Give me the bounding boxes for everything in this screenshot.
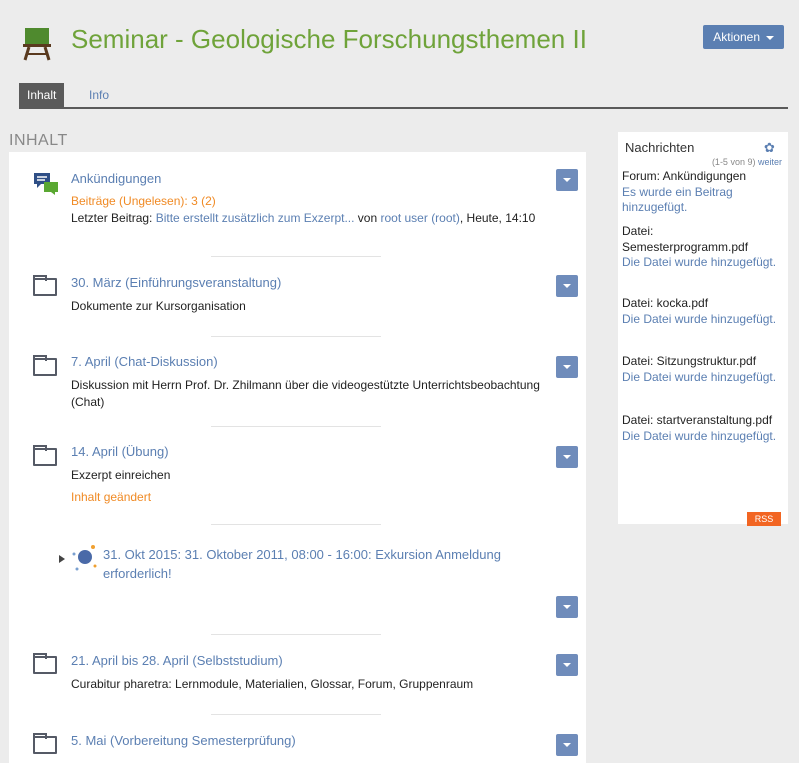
list-item-forum: Ankündigungen Beiträge (Ungelesen): 3 (2… xyxy=(9,152,586,252)
news-entry[interactable]: Datei: kocka.pdf Die Datei wurde hinzuge… xyxy=(622,296,782,327)
news-heading: Datei: kocka.pdf xyxy=(622,296,709,310)
last-post-time: , Heute, 14:10 xyxy=(459,211,536,225)
item-menu-button[interactable] xyxy=(556,446,578,468)
forum-icon xyxy=(34,173,58,195)
item-description: Diskussion mit Herrn Prof. Dr. Zhilmann … xyxy=(71,378,540,409)
folder-icon xyxy=(33,275,57,296)
news-entry[interactable]: Datei: startveranstaltung.pdf Die Datei … xyxy=(622,413,782,444)
item-title[interactable]: 21. April bis 28. April (Selbststudium) xyxy=(71,653,283,668)
expand-arrow-icon[interactable] xyxy=(59,555,65,563)
item-menu-button[interactable] xyxy=(556,169,578,191)
item-menu-button[interactable] xyxy=(556,596,578,618)
chevron-down-icon xyxy=(766,35,774,40)
page: Seminar - Geologische Forschungsthemen I… xyxy=(9,8,788,763)
item-title[interactable]: 7. April (Chat-Diskussion) xyxy=(71,354,218,369)
item-title[interactable]: 31. Okt 2015: 31. Oktober 2011, 08:00 - … xyxy=(103,545,543,583)
last-post-author[interactable]: root user (root) xyxy=(381,211,460,225)
news-sidebar: Nachrichten ✿ (1-5 von 9) weiter Forum: … xyxy=(618,132,788,526)
list-item-folder: 21. April bis 28. April (Selbststudium) … xyxy=(9,634,586,714)
news-text[interactable]: Die Datei wurde hinzugefügt. xyxy=(622,370,782,386)
item-title[interactable]: 5. Mai (Vorbereitung Semesterprüfung) xyxy=(71,733,296,748)
list-item-folder: 30. März (Einführungsveranstaltung) Doku… xyxy=(9,256,586,336)
list-item-event: 31. Okt 2015: 31. Oktober 2011, 08:00 - … xyxy=(9,524,586,634)
folder-icon xyxy=(33,355,57,376)
folder-icon xyxy=(33,445,57,466)
news-count-range: (1-5 von 9) xyxy=(711,157,756,167)
item-menu-button[interactable] xyxy=(556,275,578,297)
section-heading: INHALT xyxy=(9,132,68,149)
news-heading: Datei: startveranstaltung.pdf xyxy=(622,413,773,427)
item-title[interactable]: 14. April (Übung) xyxy=(71,444,169,459)
item-description: Curabitur pharetra: Lernmodule, Material… xyxy=(71,677,474,691)
last-post: Letzter Beitrag: Bitte erstellt zusätzli… xyxy=(71,210,581,227)
more-link[interactable]: weiter xyxy=(758,157,782,167)
news-heading: Datei: Sitzungstruktur.pdf xyxy=(622,354,757,368)
news-entry[interactable]: Datei: Semesterprogramm.pdf Die Datei wu… xyxy=(622,224,782,271)
last-post-by: von xyxy=(357,211,378,225)
news-heading: Datei: Semesterprogramm.pdf xyxy=(622,224,749,254)
actions-button[interactable]: Aktionen xyxy=(703,25,784,49)
page-title: Seminar - Geologische Forschungsthemen I… xyxy=(71,24,587,54)
item-description: Dokumente zur Kursorganisation xyxy=(71,299,246,313)
course-icon xyxy=(23,28,51,61)
item-description: Exzerpt einreichen xyxy=(71,468,171,482)
news-text[interactable]: Die Datei wurde hinzugefügt. xyxy=(622,255,782,271)
sidebar-title: Nachrichten xyxy=(625,140,695,155)
list-item-folder: 7. April (Chat-Diskussion) Diskussion mi… xyxy=(9,336,586,426)
gear-icon[interactable]: ✿ xyxy=(764,140,775,156)
content-list: Ankündigungen Beiträge (Ungelesen): 3 (2… xyxy=(9,152,586,763)
header: Seminar - Geologische Forschungsthemen I… xyxy=(9,8,788,78)
actions-label: Aktionen xyxy=(713,30,760,44)
tab-inhalt[interactable]: Inhalt xyxy=(19,83,65,107)
unread-status[interactable]: Beiträge (Ungelesen): 3 (2) xyxy=(71,194,216,208)
last-post-prefix: Letzter Beitrag: xyxy=(71,211,153,225)
list-item-folder: 14. April (Übung) Exzerpt einreichen Inh… xyxy=(9,426,586,524)
news-count: (1-5 von 9) weiter xyxy=(712,157,782,167)
item-menu-button[interactable] xyxy=(556,734,578,756)
item-title[interactable]: 30. März (Einführungsveranstaltung) xyxy=(71,275,281,290)
folder-icon xyxy=(33,653,57,674)
news-heading: Forum: Ankündigungen xyxy=(622,169,747,183)
rss-button[interactable]: RSS xyxy=(747,512,781,526)
folder-icon xyxy=(33,733,57,754)
news-text[interactable]: Die Datei wurde hinzugefügt. xyxy=(622,312,782,328)
news-text[interactable]: Die Datei wurde hinzugefügt. xyxy=(622,429,782,445)
item-title[interactable]: Ankündigungen xyxy=(71,171,161,186)
last-post-link[interactable]: Bitte erstellt zusätzlich zum Exzerpt... xyxy=(156,211,355,225)
news-text[interactable]: Es wurde ein Beitrag hinzugefügt. xyxy=(622,185,782,216)
event-icon xyxy=(72,545,97,571)
news-entry[interactable]: Forum: Ankündigungen Es wurde ein Beitra… xyxy=(622,169,782,216)
tab-bar: Inhalt Info xyxy=(19,83,788,109)
item-menu-button[interactable] xyxy=(556,356,578,378)
tab-info[interactable]: Info xyxy=(81,83,117,107)
news-entry[interactable]: Datei: Sitzungstruktur.pdf Die Datei wur… xyxy=(622,354,782,385)
status-label: Inhalt geändert xyxy=(71,490,152,504)
item-menu-button[interactable] xyxy=(556,654,578,676)
list-item-folder: 5. Mai (Vorbereitung Semesterprüfung) xyxy=(9,714,586,763)
